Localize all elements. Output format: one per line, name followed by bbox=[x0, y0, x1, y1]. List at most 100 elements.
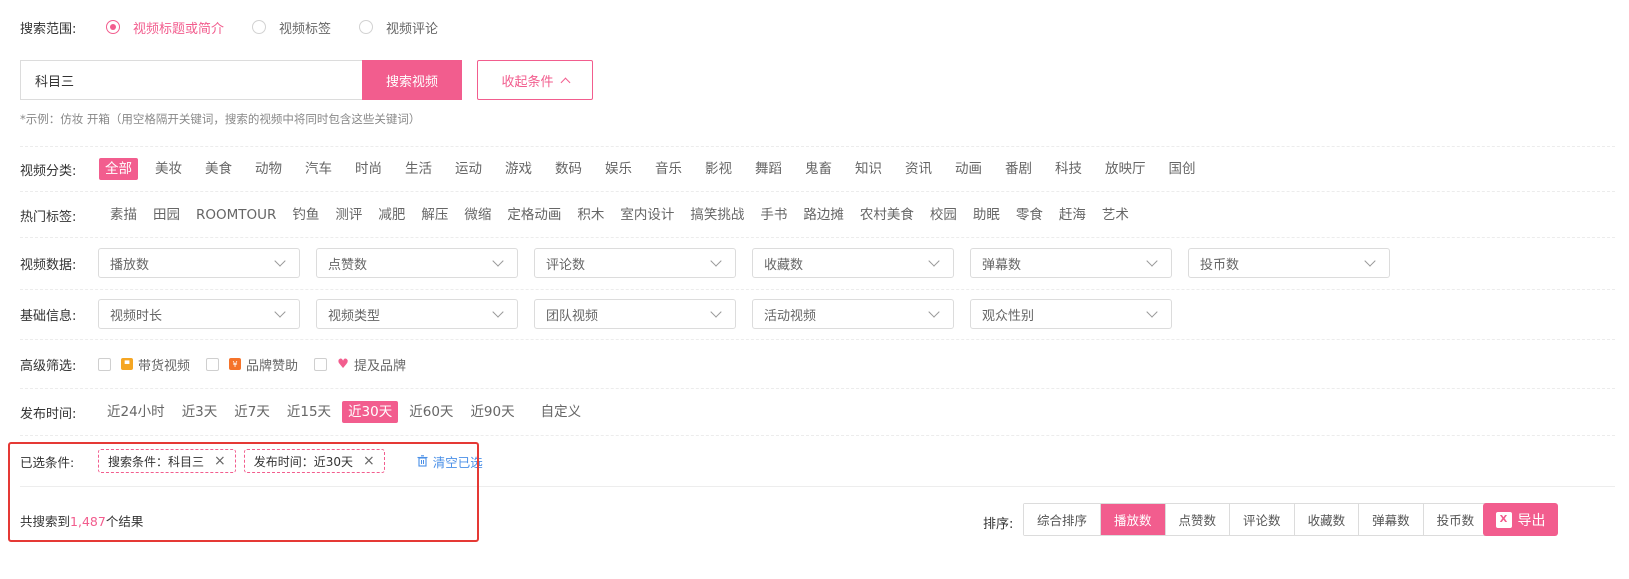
advanced-checkbox-0[interactable]: ▀ 带货视频 bbox=[98, 355, 190, 374]
filter-select[interactable]: 播放数 bbox=[98, 248, 300, 278]
hot-tag[interactable]: 测评 bbox=[329, 204, 368, 226]
hot-tag[interactable]: 素描 bbox=[104, 204, 143, 226]
hot-tag[interactable]: 路边摊 bbox=[797, 204, 850, 226]
publish-time-option[interactable]: 近3天 bbox=[176, 401, 224, 423]
hot-tag[interactable]: 减肥 bbox=[372, 204, 411, 226]
collapse-conditions-button[interactable]: 收起条件 bbox=[477, 60, 593, 100]
hot-tag[interactable]: 积木 bbox=[571, 204, 610, 226]
hot-tag[interactable]: 助眠 bbox=[967, 204, 1006, 226]
publish-time-option[interactable]: 近24小时 bbox=[101, 401, 171, 423]
search-input[interactable] bbox=[20, 60, 362, 100]
category-tag[interactable]: 生活 bbox=[399, 158, 438, 180]
filter-select[interactable]: 观众性别 bbox=[970, 299, 1172, 329]
category-tag[interactable]: 知识 bbox=[849, 158, 888, 180]
chevron-down-icon bbox=[1146, 255, 1158, 267]
publish-time-option[interactable]: 近7天 bbox=[228, 401, 276, 423]
hot-tag[interactable]: 微缩 bbox=[458, 204, 497, 226]
hot-tag[interactable]: 农村美食 bbox=[854, 204, 920, 226]
video-data-label: 视频数据: bbox=[20, 257, 77, 273]
sort-option[interactable]: 投币数 bbox=[1423, 504, 1488, 535]
filter-select[interactable]: 点赞数 bbox=[316, 248, 518, 278]
scope-radio-label: 视频标题或简介 bbox=[133, 21, 225, 37]
filter-select[interactable]: 视频类型 bbox=[316, 299, 518, 329]
category-tag[interactable]: 动物 bbox=[249, 158, 288, 180]
filter-select[interactable]: 评论数 bbox=[534, 248, 736, 278]
export-label: 导出 bbox=[1517, 512, 1546, 529]
radio-circle-icon bbox=[359, 20, 374, 34]
select-value: 团队视频 bbox=[546, 308, 599, 324]
scope-radio-0[interactable]: 视频标题或简介 bbox=[106, 18, 224, 37]
category-tag[interactable]: 影视 bbox=[699, 158, 738, 180]
category-tag[interactable]: 舞蹈 bbox=[749, 158, 788, 180]
search-video-button[interactable]: 搜索视频 bbox=[362, 60, 462, 100]
export-button[interactable]: X 导出 bbox=[1483, 503, 1558, 536]
category-tag[interactable]: 资讯 bbox=[899, 158, 938, 180]
hot-tag[interactable]: 田园 bbox=[147, 204, 186, 226]
category-tag[interactable]: 娱乐 bbox=[599, 158, 638, 180]
category-tag[interactable]: 科技 bbox=[1049, 158, 1088, 180]
publish-time-option[interactable]: 近60天 bbox=[403, 401, 459, 423]
hot-tag[interactable]: 定格动画 bbox=[501, 204, 567, 226]
category-tag[interactable]: 音乐 bbox=[649, 158, 688, 180]
scope-radio-label: 视频评论 bbox=[386, 21, 439, 37]
publish-time-option[interactable]: 近90天 bbox=[464, 401, 520, 423]
category-tag[interactable]: 游戏 bbox=[499, 158, 538, 180]
category-tag[interactable]: 动画 bbox=[949, 158, 988, 180]
advanced-option-label: 带货视频 bbox=[138, 358, 191, 374]
sort-option[interactable]: 综合排序 bbox=[1024, 504, 1102, 535]
category-tag[interactable]: 时尚 bbox=[349, 158, 388, 180]
category-tag[interactable]: 数码 bbox=[549, 158, 588, 180]
hot-tag[interactable]: 手书 bbox=[754, 204, 793, 226]
sort-option[interactable]: 点赞数 bbox=[1165, 504, 1231, 535]
category-tag[interactable]: 汽车 bbox=[299, 158, 338, 180]
category-tag[interactable]: 美食 bbox=[199, 158, 238, 180]
chevron-down-icon bbox=[710, 255, 722, 267]
chevron-down-icon bbox=[928, 306, 940, 318]
filter-select[interactable]: 视频时长 bbox=[98, 299, 300, 329]
hot-tag[interactable]: 搞笑挑战 bbox=[684, 204, 750, 226]
select-value: 视频类型 bbox=[328, 308, 381, 324]
sort-option[interactable]: 播放数 bbox=[1101, 504, 1166, 535]
sort-option[interactable]: 收藏数 bbox=[1294, 504, 1360, 535]
search-box: 搜索视频 bbox=[20, 60, 462, 100]
advanced-checkbox-2[interactable]: ♥ 提及品牌 bbox=[314, 355, 406, 374]
category-tag[interactable]: 番剧 bbox=[999, 158, 1038, 180]
hot-tag[interactable]: 艺术 bbox=[1096, 204, 1135, 226]
category-row: 视频分类: 全部 美妆 美食 动物 汽车 时尚 生活 运动 游戏 数码 娱乐 音乐 影视 舞蹈 鬼畜 知识 资讯… bbox=[20, 158, 1615, 180]
chevron-down-icon bbox=[492, 306, 504, 318]
select-value: 活动视频 bbox=[764, 308, 817, 324]
hot-tag[interactable]: 赶海 bbox=[1053, 204, 1092, 226]
hot-tag[interactable]: 室内设计 bbox=[614, 204, 680, 226]
category-tag[interactable]: 国创 bbox=[1163, 158, 1202, 180]
category-tag[interactable]: 全部 bbox=[99, 158, 138, 180]
filter-select[interactable]: 弹幕数 bbox=[970, 248, 1172, 278]
search-hint: *示例：仿妆 开箱（用空格隔开关键词，搜索的视频中将同时包含这些关键词） bbox=[20, 112, 421, 126]
category-tag[interactable]: 运动 bbox=[449, 158, 488, 180]
hot-tag[interactable]: 零食 bbox=[1010, 204, 1049, 226]
hot-tag[interactable]: 解压 bbox=[415, 204, 454, 226]
divider bbox=[20, 191, 1615, 192]
category-tag[interactable]: 鬼畜 bbox=[799, 158, 838, 180]
publish-time-option[interactable]: 近15天 bbox=[281, 401, 337, 423]
scope-radio-2[interactable]: 视频评论 bbox=[359, 18, 438, 37]
filter-select[interactable]: 收藏数 bbox=[752, 248, 954, 278]
search-scope-row: 搜索范围: 视频标题或简介 视频标签 视频评论 bbox=[20, 16, 1615, 38]
advanced-checkbox-1[interactable]: ¥ 品牌赞助 bbox=[206, 355, 298, 374]
scope-radio-label: 视频标签 bbox=[279, 21, 332, 37]
publish-time-option[interactable]: 自定义 bbox=[535, 401, 588, 423]
category-tag[interactable]: 放映厅 bbox=[1099, 158, 1152, 180]
hot-tag[interactable]: ROOMTOUR bbox=[190, 204, 282, 226]
filter-select[interactable]: 活动视频 bbox=[752, 299, 954, 329]
category-tag[interactable]: 美妆 bbox=[149, 158, 188, 180]
select-value: 弹幕数 bbox=[982, 257, 1022, 273]
highlight-frame bbox=[8, 442, 479, 542]
sort-option[interactable]: 评论数 bbox=[1230, 504, 1295, 535]
scope-radio-1[interactable]: 视频标签 bbox=[252, 18, 331, 37]
yen-icon: ¥ bbox=[229, 358, 242, 370]
filter-select[interactable]: 团队视频 bbox=[534, 299, 736, 329]
hot-tag[interactable]: 钓鱼 bbox=[286, 204, 325, 226]
publish-time-option[interactable]: 近30天 bbox=[342, 401, 399, 423]
filter-select[interactable]: 投币数 bbox=[1188, 248, 1390, 278]
hot-tag[interactable]: 校园 bbox=[924, 204, 963, 226]
sort-option[interactable]: 弹幕数 bbox=[1359, 504, 1424, 535]
